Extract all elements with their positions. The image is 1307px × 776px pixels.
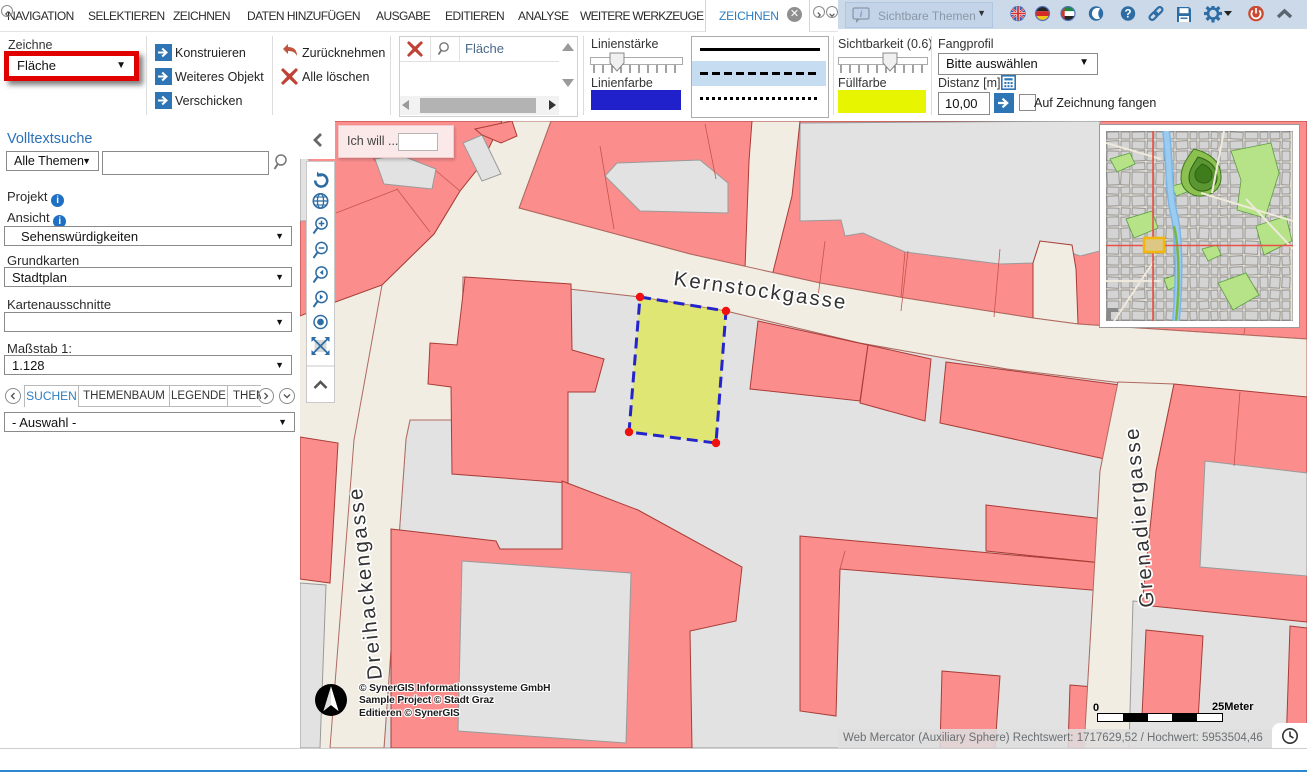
svg-text:?: ?: [1124, 9, 1131, 21]
